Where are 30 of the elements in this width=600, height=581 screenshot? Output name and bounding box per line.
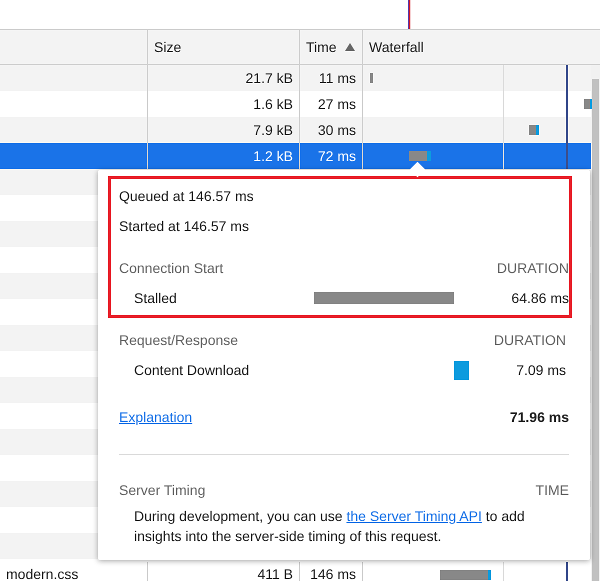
section-title: Server Timing: [119, 482, 206, 498]
size-cell: 1.2 kB: [148, 143, 300, 169]
section-heading: DURATION: [496, 260, 569, 276]
scrollbar[interactable]: [591, 65, 600, 581]
phase-label: Content Download: [133, 362, 250, 378]
section-title: Connection Start: [119, 260, 224, 276]
waterfall-bar: [370, 73, 373, 83]
file-name: modern.css: [6, 566, 78, 581]
section-title: Request/Response: [119, 332, 238, 348]
server-timing-note: During development, you can use the Server Timing API to add insights into the server-side timing of this request.: [133, 507, 526, 546]
server-timing-api-link[interactable]: the Server Timing API: [346, 508, 482, 524]
section-heading: TIME: [536, 482, 569, 498]
waterfall-bar: [584, 99, 592, 109]
waterfall-bar: [440, 570, 491, 580]
explanation-link[interactable]: Explanation: [119, 409, 192, 425]
timing-text: Queued at 146.57 ms: [119, 188, 254, 204]
column-header[interactable]: Waterfall: [369, 39, 424, 55]
time-cell: 146 ms: [300, 562, 363, 581]
time-cell: 72 ms: [300, 143, 363, 169]
size-cell: 411 B: [148, 562, 300, 581]
phase-duration: 7.09 ms: [515, 362, 566, 378]
section-heading: DURATION: [494, 332, 566, 348]
column-header[interactable]: Size: [154, 39, 182, 55]
phase-duration: 64.86 ms: [510, 290, 569, 306]
waterfall-bar: [529, 125, 539, 135]
waterfall-bar: [409, 151, 431, 161]
column-header[interactable]: Time: [306, 39, 337, 55]
total-duration: 71.96 ms: [510, 409, 569, 425]
timing-text: Started at 146.57 ms: [119, 218, 249, 234]
phase-label: Stalled: [133, 290, 178, 306]
